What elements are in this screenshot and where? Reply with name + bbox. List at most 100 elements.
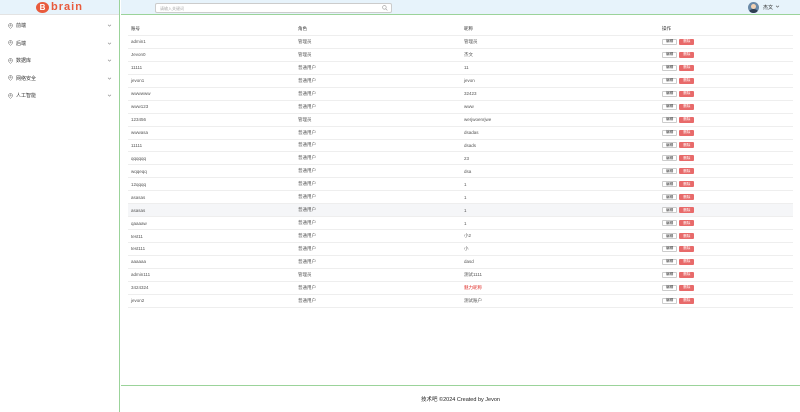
cell-actions: 编辑 删除 bbox=[661, 38, 793, 45]
cell-role: 普通用户 bbox=[298, 284, 316, 290]
cell-account: asasas bbox=[131, 194, 146, 200]
sidebar-item-1[interactable]: 后端 bbox=[0, 35, 119, 53]
edit-button[interactable]: 编辑 bbox=[662, 129, 678, 136]
delete-button[interactable]: 删除 bbox=[679, 245, 695, 252]
cell-nickname: 小 bbox=[464, 245, 469, 251]
cell-nickname: 杰文 bbox=[464, 51, 473, 57]
edit-button[interactable]: 编辑 bbox=[662, 220, 678, 227]
delete-button[interactable]: 删除 bbox=[679, 38, 695, 45]
cell-nickname: jevon bbox=[464, 78, 475, 84]
delete-button[interactable]: 删除 bbox=[679, 284, 695, 291]
edit-button[interactable]: 编辑 bbox=[662, 64, 678, 71]
cell-nickname: 测试账户 bbox=[464, 297, 482, 303]
delete-button[interactable]: 删除 bbox=[679, 103, 695, 110]
cell-actions: 编辑 删除 bbox=[661, 64, 793, 71]
chevron-down-icon[interactable] bbox=[107, 93, 112, 98]
chevron-down-icon[interactable] bbox=[107, 41, 112, 46]
edit-button[interactable]: 编辑 bbox=[662, 168, 678, 175]
edit-button[interactable]: 编辑 bbox=[662, 245, 678, 252]
delete-button[interactable]: 删除 bbox=[679, 129, 695, 136]
table-row: jevon1 普通用户 jevon 编辑 删除 bbox=[128, 75, 793, 88]
delete-button[interactable]: 删除 bbox=[679, 155, 695, 162]
search-icon[interactable] bbox=[382, 5, 388, 11]
footer: 技术吧 ©2024 Created by Jevon bbox=[121, 385, 800, 412]
cell-nickname: dasd bbox=[464, 259, 474, 265]
cell-actions: 编辑 删除 bbox=[661, 297, 793, 304]
sidebar-item-3[interactable]: 网络安全 bbox=[0, 70, 119, 88]
cell-nickname: werjwoenrjwe bbox=[464, 117, 492, 123]
edit-button[interactable]: 编辑 bbox=[662, 207, 678, 214]
column-header-role: 角色 bbox=[298, 25, 307, 31]
cell-nickname: dsadas bbox=[464, 130, 479, 136]
logo-text: brain bbox=[51, 1, 83, 13]
delete-button[interactable]: 删除 bbox=[679, 77, 695, 84]
cell-actions: 编辑 删除 bbox=[661, 194, 793, 201]
table-row: asasas 普通用户 1 编辑 删除 bbox=[128, 191, 793, 205]
delete-button[interactable]: 删除 bbox=[679, 142, 695, 149]
delete-button[interactable]: 删除 bbox=[679, 181, 695, 188]
cell-nickname: dsa bbox=[464, 168, 472, 174]
user-name[interactable]: 杰文 bbox=[763, 4, 773, 11]
search-input[interactable] bbox=[160, 5, 382, 11]
table-row: wwwasa 普通用户 dsadas 编辑 删除 bbox=[128, 127, 793, 140]
delete-button[interactable]: 删除 bbox=[679, 64, 695, 71]
delete-button[interactable]: 删除 bbox=[679, 51, 695, 58]
delete-button[interactable]: 删除 bbox=[679, 90, 695, 97]
edit-button[interactable]: 编辑 bbox=[662, 233, 678, 240]
search-box bbox=[155, 3, 392, 13]
edit-button[interactable]: 编辑 bbox=[662, 181, 678, 188]
cell-actions: 编辑 删除 bbox=[661, 142, 793, 149]
chevron-down-icon[interactable] bbox=[107, 58, 112, 63]
avatar[interactable] bbox=[747, 2, 759, 13]
logo[interactable]: B brain bbox=[0, 0, 119, 15]
cell-role: 普通用户 bbox=[298, 297, 316, 303]
table-row: admin111 管理员 测试1111 编辑 删除 bbox=[128, 269, 793, 282]
delete-button[interactable]: 删除 bbox=[679, 168, 695, 175]
edit-button[interactable]: 编辑 bbox=[662, 155, 678, 162]
cell-role: 普通用户 bbox=[298, 194, 316, 200]
sidebar-item-label: 前端 bbox=[16, 23, 27, 30]
edit-button[interactable]: 编辑 bbox=[662, 103, 678, 110]
delete-button[interactable]: 删除 bbox=[679, 194, 695, 201]
edit-button[interactable]: 编辑 bbox=[662, 284, 678, 291]
cell-actions: 编辑 删除 bbox=[661, 90, 793, 97]
delete-button[interactable]: 删除 bbox=[679, 220, 695, 227]
edit-button[interactable]: 编辑 bbox=[662, 51, 678, 58]
cell-role: 普通用户 bbox=[298, 168, 316, 174]
footer-text: 技术吧 ©2024 Created by Jevon bbox=[421, 397, 500, 403]
table-row: jevon2 普通用户 测试账户 编辑 删除 bbox=[128, 295, 793, 308]
cell-role: 普通用户 bbox=[298, 258, 316, 264]
chevron-down-icon[interactable] bbox=[775, 4, 780, 11]
table-row: aaaaaa 普通用户 dasd 编辑 删除 bbox=[128, 256, 793, 269]
chevron-down-icon[interactable] bbox=[107, 23, 112, 28]
edit-button[interactable]: 编辑 bbox=[662, 194, 678, 201]
chevron-down-icon[interactable] bbox=[107, 76, 112, 81]
cell-actions: 编辑 删除 bbox=[661, 284, 793, 291]
delete-button[interactable]: 删除 bbox=[679, 271, 695, 278]
edit-button[interactable]: 编辑 bbox=[662, 77, 678, 84]
edit-button[interactable]: 编辑 bbox=[662, 142, 678, 149]
edit-button[interactable]: 编辑 bbox=[662, 258, 678, 265]
edit-button[interactable]: 编辑 bbox=[662, 116, 678, 123]
delete-button[interactable]: 删除 bbox=[679, 207, 695, 214]
delete-button[interactable]: 删除 bbox=[679, 258, 695, 265]
edit-button[interactable]: 编辑 bbox=[662, 297, 678, 304]
table-row: test11 普通用户 小2 编辑 删除 bbox=[128, 230, 793, 243]
table-row: admin1 管理员 管理员 编辑 删除 bbox=[128, 36, 793, 49]
cell-role: 普通用户 bbox=[298, 142, 316, 148]
edit-button[interactable]: 编辑 bbox=[662, 90, 678, 97]
delete-button[interactable]: 删除 bbox=[679, 116, 695, 123]
cell-account: qqqqqq bbox=[131, 155, 147, 161]
cell-account: 11111 bbox=[131, 65, 143, 71]
delete-button[interactable]: 删除 bbox=[679, 297, 695, 304]
sidebar-item-0[interactable]: 前端 bbox=[0, 17, 119, 35]
edit-button[interactable]: 编辑 bbox=[662, 271, 678, 278]
sidebar-item-2[interactable]: 数据库 bbox=[0, 52, 119, 70]
cell-actions: 编辑 删除 bbox=[661, 103, 793, 110]
edit-button[interactable]: 编辑 bbox=[662, 38, 678, 45]
sidebar-item-4[interactable]: 人工智能 bbox=[0, 87, 119, 105]
column-header-nickname: 昵称 bbox=[464, 25, 473, 31]
user-menu[interactable]: 杰文 bbox=[747, 1, 780, 14]
cell-account: jevon2 bbox=[131, 298, 145, 304]
delete-button[interactable]: 删除 bbox=[679, 233, 695, 240]
